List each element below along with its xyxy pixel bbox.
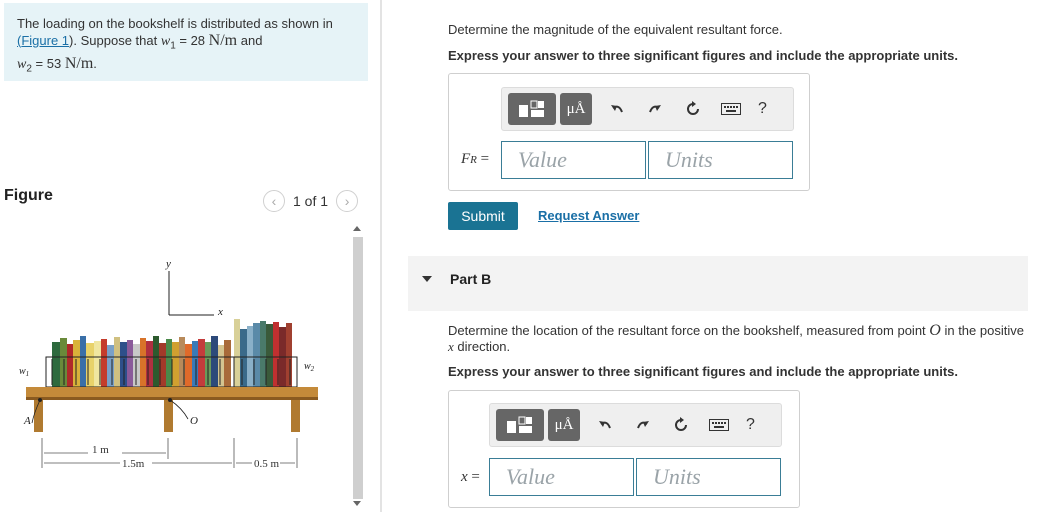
problem-statement: The loading on the bookshelf is distribu… — [4, 3, 368, 81]
units-symbol-button[interactable]: μÅ — [560, 93, 592, 125]
request-answer-link[interactable]: Request Answer — [538, 208, 639, 223]
redo-button[interactable] — [642, 101, 668, 117]
templates-icon — [519, 100, 544, 117]
dim-0-5m: 0.5 m — [254, 458, 280, 470]
part-a-answer-box: μÅ ? FR = Value Units — [448, 73, 810, 191]
point-a-label: A — [23, 415, 31, 427]
chevron-right-icon: › — [344, 193, 350, 209]
keyboard-icon — [721, 103, 741, 115]
x-axis-label: x — [217, 306, 223, 318]
units-symbol-button-b[interactable]: μÅ — [548, 409, 580, 441]
left-panel: The loading on the bookshelf is distribu… — [0, 0, 380, 512]
undo-button[interactable] — [604, 101, 630, 117]
mu-angstrom-icon: μÅ — [566, 100, 586, 117]
reset-icon — [675, 417, 687, 431]
x-value-input[interactable]: Value — [489, 458, 634, 496]
caret-down-icon — [422, 276, 432, 282]
part-a-question: Determine the magnitude of the equivalen… — [448, 22, 783, 37]
redo-icon — [649, 105, 661, 113]
redo-button-b[interactable] — [630, 417, 656, 433]
panel-divider — [380, 0, 382, 512]
part-a-toolbar: μÅ ? — [501, 87, 794, 131]
shelf-leg-right — [291, 400, 300, 432]
bookshelf-diagram: y x w1 w2 A O 1 m 1.5m 0.5 m — [19, 258, 318, 470]
part-b-answer-box: μÅ ? x = Value Units — [448, 390, 800, 508]
shelf-leg-middle — [164, 400, 173, 432]
part-b-header[interactable]: Part B — [408, 256, 1028, 311]
fr-label: FR = — [461, 151, 490, 167]
help-button-b[interactable]: ? — [746, 416, 755, 434]
undo-icon — [599, 421, 611, 429]
mu-angstrom-icon: μÅ — [554, 416, 574, 433]
reset-button-b[interactable] — [668, 416, 694, 434]
bookshelf-figure: y x w1 w2 A O 1 m 1.5m 0.5 m — [4, 223, 349, 512]
y-axis-label: y — [165, 258, 171, 270]
reset-icon — [687, 101, 699, 115]
prev-figure-button[interactable]: ‹ — [263, 190, 285, 212]
w2-label: w2 — [304, 361, 315, 373]
point-o-label: O — [190, 415, 198, 427]
dim-1-5m: 1.5m — [122, 458, 145, 470]
scroll-up-icon[interactable] — [353, 226, 361, 231]
w2-symbol: w — [17, 56, 27, 72]
problem-text-2: ). Suppose that — [69, 33, 158, 48]
templates-button[interactable] — [508, 93, 556, 125]
chevron-left-icon: ‹ — [271, 193, 277, 209]
w1-symbol: w — [160, 34, 171, 49]
part-a-instruction: Express your answer to three significant… — [448, 48, 958, 63]
part-b-title: Part B — [450, 271, 492, 287]
figure-link[interactable]: (Figure 1 — [17, 33, 69, 48]
x-label: x = — [461, 469, 480, 485]
dim-1m: 1 m — [92, 444, 109, 456]
undo-icon — [611, 105, 623, 113]
shelf-leg-left — [34, 400, 43, 432]
keyboard-button-b[interactable] — [706, 419, 732, 431]
templates-icon — [507, 416, 532, 433]
next-figure-button[interactable]: › — [336, 190, 359, 212]
keyboard-icon — [709, 419, 729, 431]
x-units-input[interactable]: Units — [636, 458, 781, 496]
part-b-instruction: Express your answer to three significant… — [448, 364, 958, 379]
figure-scrollbar[interactable] — [350, 223, 364, 512]
problem-text: The loading on the bookshelf is distribu… — [17, 16, 333, 31]
templates-button-b[interactable] — [496, 409, 544, 441]
w1-label: w1 — [19, 366, 29, 378]
keyboard-button[interactable] — [718, 103, 744, 115]
part-b-toolbar: μÅ ? — [489, 403, 782, 447]
and-text: and — [240, 33, 263, 48]
submit-button[interactable]: Submit — [448, 202, 518, 230]
part-b-question: Determine the location of the resultant … — [448, 322, 1024, 355]
w2-value: = 53 — [31, 55, 62, 71]
pager-text: 1 of 1 — [293, 193, 329, 209]
redo-icon — [637, 421, 649, 429]
figure-pager: ‹ 1 of 1 › — [263, 189, 359, 213]
w1-value: = 28 — [175, 33, 206, 48]
scroll-thumb[interactable] — [353, 237, 363, 499]
w1-unit: N/m — [208, 32, 238, 49]
fr-units-input[interactable]: Units — [648, 141, 793, 179]
period: . — [93, 55, 97, 71]
scroll-down-icon[interactable] — [353, 501, 361, 506]
fr-value-input[interactable]: Value — [501, 141, 646, 179]
w2-unit: N/m — [64, 54, 94, 72]
reset-button[interactable] — [680, 100, 706, 118]
help-button[interactable]: ? — [758, 100, 767, 118]
figure-heading: Figure — [4, 187, 53, 204]
undo-button-b[interactable] — [592, 417, 618, 433]
